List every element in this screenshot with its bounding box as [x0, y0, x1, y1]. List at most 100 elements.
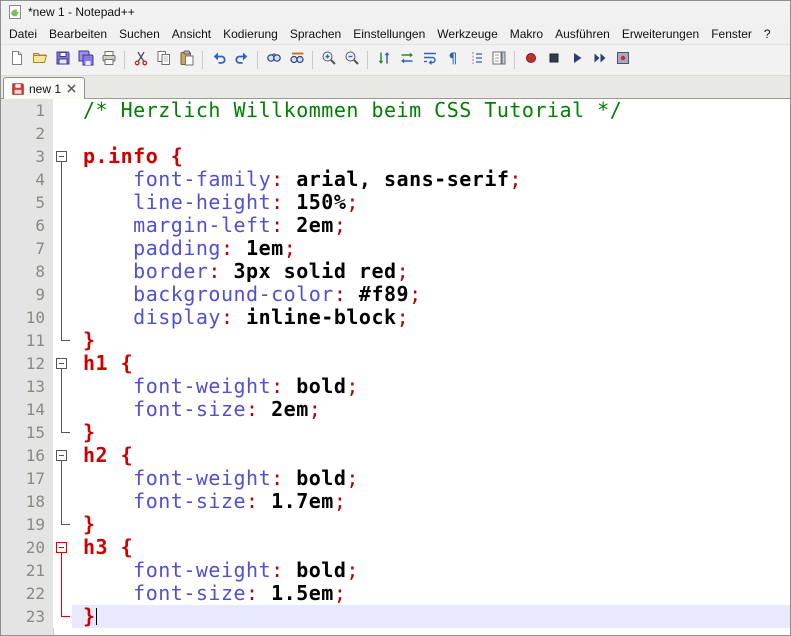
undo-button[interactable]: [207, 49, 230, 72]
code-text[interactable]: font-family: arial, sans-serif;: [72, 168, 790, 191]
code-text[interactable]: }: [72, 513, 790, 536]
title-bar[interactable]: *new 1 - Notepad++: [1, 1, 790, 23]
menu-item-kodierung[interactable]: Kodierung: [217, 25, 284, 43]
code-line[interactable]: 6 margin-left: 2em;: [1, 214, 790, 237]
menu-item-einstellungen[interactable]: Einstellungen: [347, 25, 431, 43]
line-number[interactable]: 22: [1, 582, 53, 605]
code-text[interactable]: font-weight: bold;: [72, 375, 790, 398]
line-number[interactable]: 3: [1, 145, 53, 168]
menu-item-bearbeiten[interactable]: Bearbeiten: [43, 25, 113, 43]
code-line[interactable]: 10 display: inline-block;: [1, 306, 790, 329]
code-line[interactable]: 11}: [1, 329, 790, 352]
code-text[interactable]: [72, 122, 790, 145]
code-line[interactable]: 21 font-weight: bold;: [1, 559, 790, 582]
code-text[interactable]: h1 {: [72, 352, 790, 375]
code-text[interactable]: p.info {: [72, 145, 790, 168]
code-text[interactable]: border: 3px solid red;: [72, 260, 790, 283]
save-recorded-macro-button[interactable]: [611, 49, 634, 72]
code-line[interactable]: 13 font-weight: bold;: [1, 375, 790, 398]
code-text[interactable]: }: [72, 329, 790, 352]
line-number[interactable]: 5: [1, 191, 53, 214]
code-line[interactable]: 4 font-family: arial, sans-serif;: [1, 168, 790, 191]
line-number[interactable]: 23: [1, 605, 53, 628]
run-macro-multiple-times-button[interactable]: [588, 49, 611, 72]
menu-item-makro[interactable]: Makro: [504, 25, 549, 43]
fold-collapse-icon[interactable]: [53, 536, 72, 559]
code-line[interactable]: 8 border: 3px solid red;: [1, 260, 790, 283]
code-text[interactable]: font-size: 1.5em;: [72, 582, 790, 605]
code-line[interactable]: 3 p.info {: [1, 145, 790, 168]
menu-item-werkzeuge[interactable]: Werkzeuge: [431, 25, 503, 43]
save-button[interactable]: [51, 49, 74, 72]
editor[interactable]: 1 /* Herzlich Willkommen beim CSS Tutoria…: [1, 99, 790, 635]
code-line[interactable]: 7 padding: 1em;: [1, 237, 790, 260]
menu-item-fenster[interactable]: Fenster: [705, 25, 758, 43]
code-line[interactable]: 22 font-size: 1.5em;: [1, 582, 790, 605]
menu-item-datei[interactable]: Datei: [3, 25, 43, 43]
line-number[interactable]: 11: [1, 329, 53, 352]
code-line[interactable]: 15}: [1, 421, 790, 444]
zoom-in-button[interactable]: [317, 49, 340, 72]
line-number[interactable]: 14: [1, 398, 53, 421]
code-line[interactable]: 9 background-color: #f89;: [1, 283, 790, 306]
line-number[interactable]: 10: [1, 306, 53, 329]
code-text[interactable]: margin-left: 2em;: [72, 214, 790, 237]
code-text[interactable]: /* Herzlich Willkommen beim CSS Tutorial…: [72, 99, 790, 122]
line-number[interactable]: 16: [1, 444, 53, 467]
record-macro-button[interactable]: [519, 49, 542, 72]
code-text[interactable]: h3 {: [72, 536, 790, 559]
code-line[interactable]: 16 h2 {: [1, 444, 790, 467]
paste-button[interactable]: [175, 49, 198, 72]
sync-scroll-vertical-button[interactable]: [372, 49, 395, 72]
line-number[interactable]: 6: [1, 214, 53, 237]
code-line[interactable]: 23}: [1, 605, 790, 628]
copy-button[interactable]: [152, 49, 175, 72]
save-all-button[interactable]: [74, 49, 97, 72]
code-text[interactable]: font-size: 2em;: [72, 398, 790, 421]
sync-scroll-horizontal-button[interactable]: [395, 49, 418, 72]
menu-item-erweiterungen[interactable]: Erweiterungen: [616, 25, 705, 43]
menu-item-suchen[interactable]: Suchen: [113, 25, 166, 43]
line-number[interactable]: 17: [1, 467, 53, 490]
cut-button[interactable]: [129, 49, 152, 72]
line-number[interactable]: 15: [1, 421, 53, 444]
fold-collapse-icon[interactable]: [53, 444, 72, 467]
line-number[interactable]: 7: [1, 237, 53, 260]
code-line[interactable]: 19}: [1, 513, 790, 536]
play-macro-button[interactable]: [565, 49, 588, 72]
code-text[interactable]: font-weight: bold;: [72, 559, 790, 582]
line-number[interactable]: 12: [1, 352, 53, 375]
code-text[interactable]: font-size: 1.7em;: [72, 490, 790, 513]
document-map-button[interactable]: [487, 49, 510, 72]
word-wrap-button[interactable]: [418, 49, 441, 72]
fold-collapse-icon[interactable]: [53, 145, 72, 168]
line-number[interactable]: 18: [1, 490, 53, 513]
line-number[interactable]: 13: [1, 375, 53, 398]
zoom-out-button[interactable]: [340, 49, 363, 72]
code-line[interactable]: 5 line-height: 150%;: [1, 191, 790, 214]
code-line[interactable]: 12 h1 {: [1, 352, 790, 375]
fold-collapse-icon[interactable]: [53, 352, 72, 375]
line-number[interactable]: 9: [1, 283, 53, 306]
code-text[interactable]: h2 {: [72, 444, 790, 467]
code-line[interactable]: 2: [1, 122, 790, 145]
replace-button[interactable]: [285, 49, 308, 72]
line-number[interactable]: 2: [1, 122, 53, 145]
print-button[interactable]: [97, 49, 120, 72]
line-number[interactable]: 21: [1, 559, 53, 582]
code-line[interactable]: 1 /* Herzlich Willkommen beim CSS Tutoria…: [1, 99, 790, 122]
new-file-button[interactable]: [5, 49, 28, 72]
menu-item-sprachen[interactable]: Sprachen: [284, 25, 347, 43]
line-number[interactable]: 20: [1, 536, 53, 559]
show-indent-guide-button[interactable]: [464, 49, 487, 72]
stop-recording-button[interactable]: [542, 49, 565, 72]
code-text[interactable]: }: [72, 421, 790, 444]
redo-button[interactable]: [230, 49, 253, 72]
show-all-characters-button[interactable]: ¶: [441, 49, 464, 72]
menu-item-ansicht[interactable]: Ansicht: [166, 25, 217, 43]
find-button[interactable]: [262, 49, 285, 72]
line-number[interactable]: 1: [1, 99, 53, 122]
code-text[interactable]: background-color: #f89;: [72, 283, 790, 306]
menu-item-help[interactable]: ?: [758, 25, 777, 43]
code-text[interactable]: display: inline-block;: [72, 306, 790, 329]
